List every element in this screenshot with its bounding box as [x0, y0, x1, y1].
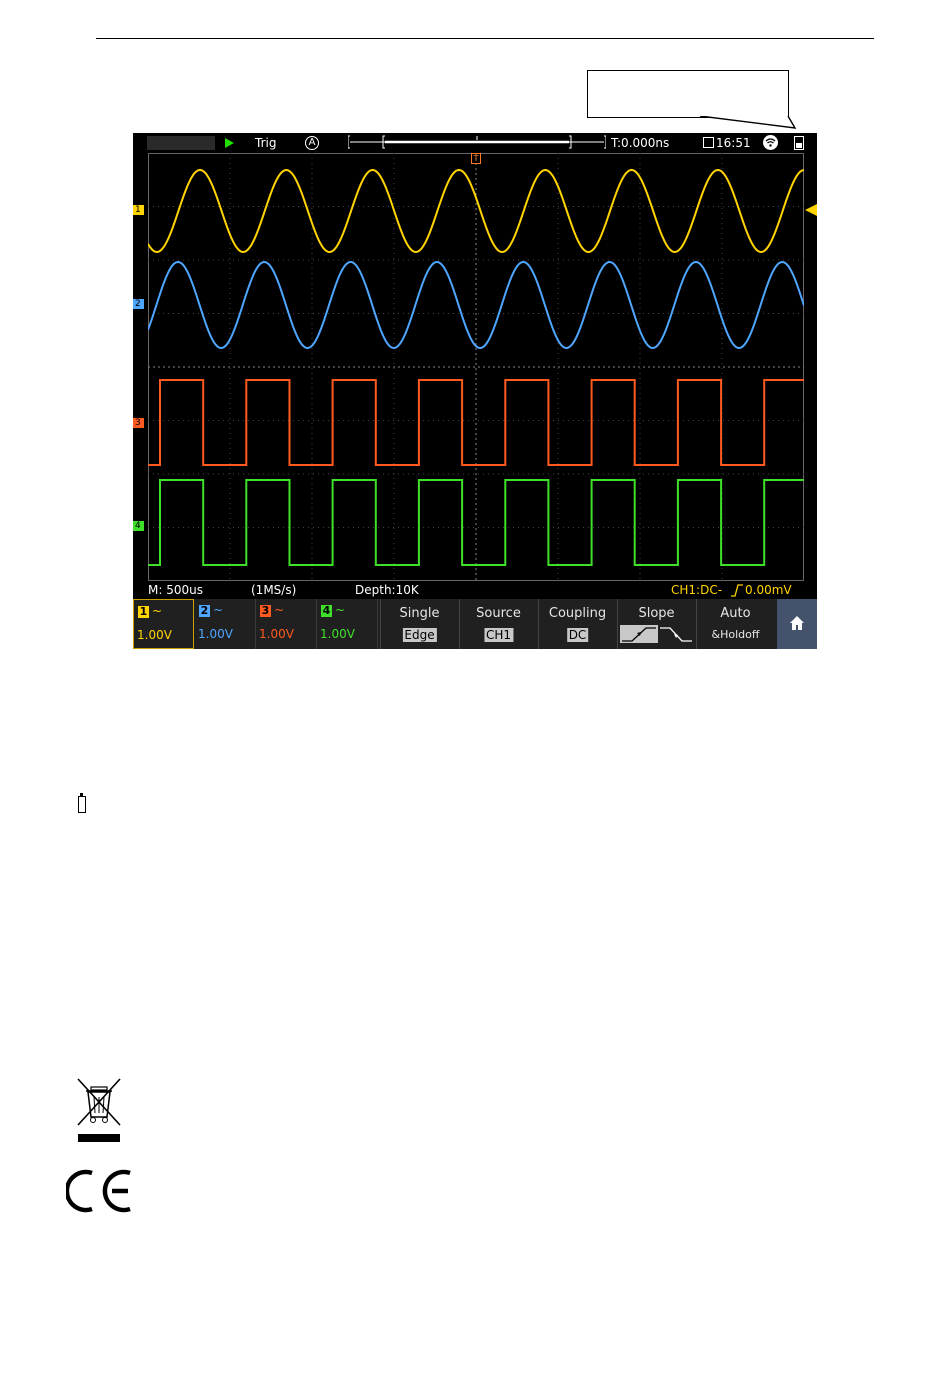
weee-bin-icon	[77, 1078, 121, 1142]
channel-4-waveform	[148, 479, 804, 566]
auto-mode-icon: A	[305, 136, 319, 150]
channel-1-tab[interactable]: 1 ~ 1.00V	[133, 599, 194, 649]
trigger-info: CH1:DC-	[671, 583, 723, 597]
channel-4-marker[interactable]: 4	[133, 521, 144, 531]
source-button[interactable]: Source CH1	[459, 599, 537, 649]
slope-falling-icon[interactable]	[658, 625, 694, 643]
wifi-icon[interactable]	[763, 135, 778, 150]
channel-2-tab[interactable]: 2 ~ 1.00V	[195, 599, 256, 649]
channel-3-tab[interactable]: 3 ~ 1.00V	[256, 599, 317, 649]
coupling-button[interactable]: Coupling DC	[538, 599, 616, 649]
channel-2-marker[interactable]: 2	[133, 299, 144, 309]
slope-rising-icon[interactable]	[620, 625, 658, 643]
ce-mark-icon	[66, 1169, 131, 1213]
battery-icon	[78, 793, 86, 813]
run-status-box	[147, 136, 215, 150]
waveform-display	[148, 153, 804, 581]
sample-rate: (1MS/s)	[251, 583, 297, 597]
lock-icon	[703, 137, 714, 148]
home-icon	[790, 616, 804, 630]
channel-3-waveform	[148, 379, 804, 466]
header-rule	[96, 38, 874, 39]
rising-edge-icon	[731, 584, 743, 597]
timeline-bar	[348, 135, 606, 149]
slope-button[interactable]: Slope	[617, 599, 695, 649]
trigger-level: 0.00mV	[745, 583, 792, 597]
trigger-time: T:0.000ns	[611, 136, 670, 150]
bottom-status-bar: M: 500us (1MS/s) Depth:10K CH1:DC- 0.00m…	[133, 582, 817, 599]
trigger-state: Trig	[255, 136, 277, 150]
battery-icon	[794, 136, 804, 150]
home-button[interactable]	[777, 599, 817, 649]
play-icon[interactable]	[225, 138, 234, 148]
status-bar: Trig A T:0.000ns 16:51	[133, 133, 817, 153]
clock: 16:51	[716, 136, 751, 150]
oscilloscope-screen: Trig A T:0.000ns 16:51 1 2 3 4 T M: 500u…	[133, 133, 817, 649]
callout-box	[587, 70, 789, 118]
memory-depth: Depth:10K	[355, 583, 419, 597]
channel-3-marker[interactable]: 3	[133, 418, 144, 428]
trigger-position-marker[interactable]: T	[471, 153, 481, 164]
single-edge-button[interactable]: Single Edge	[380, 599, 458, 649]
softkey-menu: 1 ~ 1.00V 2 ~ 1.00V 3 ~ 1.00V 4 ~ 1.00V …	[133, 599, 817, 649]
channel-4-tab[interactable]: 4 ~ 1.00V	[317, 599, 378, 649]
channel-1-marker[interactable]: 1	[133, 205, 144, 215]
timebase: M: 500us	[148, 583, 203, 597]
auto-holdoff-button[interactable]: Auto &Holdoff	[696, 599, 774, 649]
trigger-level-marker[interactable]	[805, 204, 817, 216]
